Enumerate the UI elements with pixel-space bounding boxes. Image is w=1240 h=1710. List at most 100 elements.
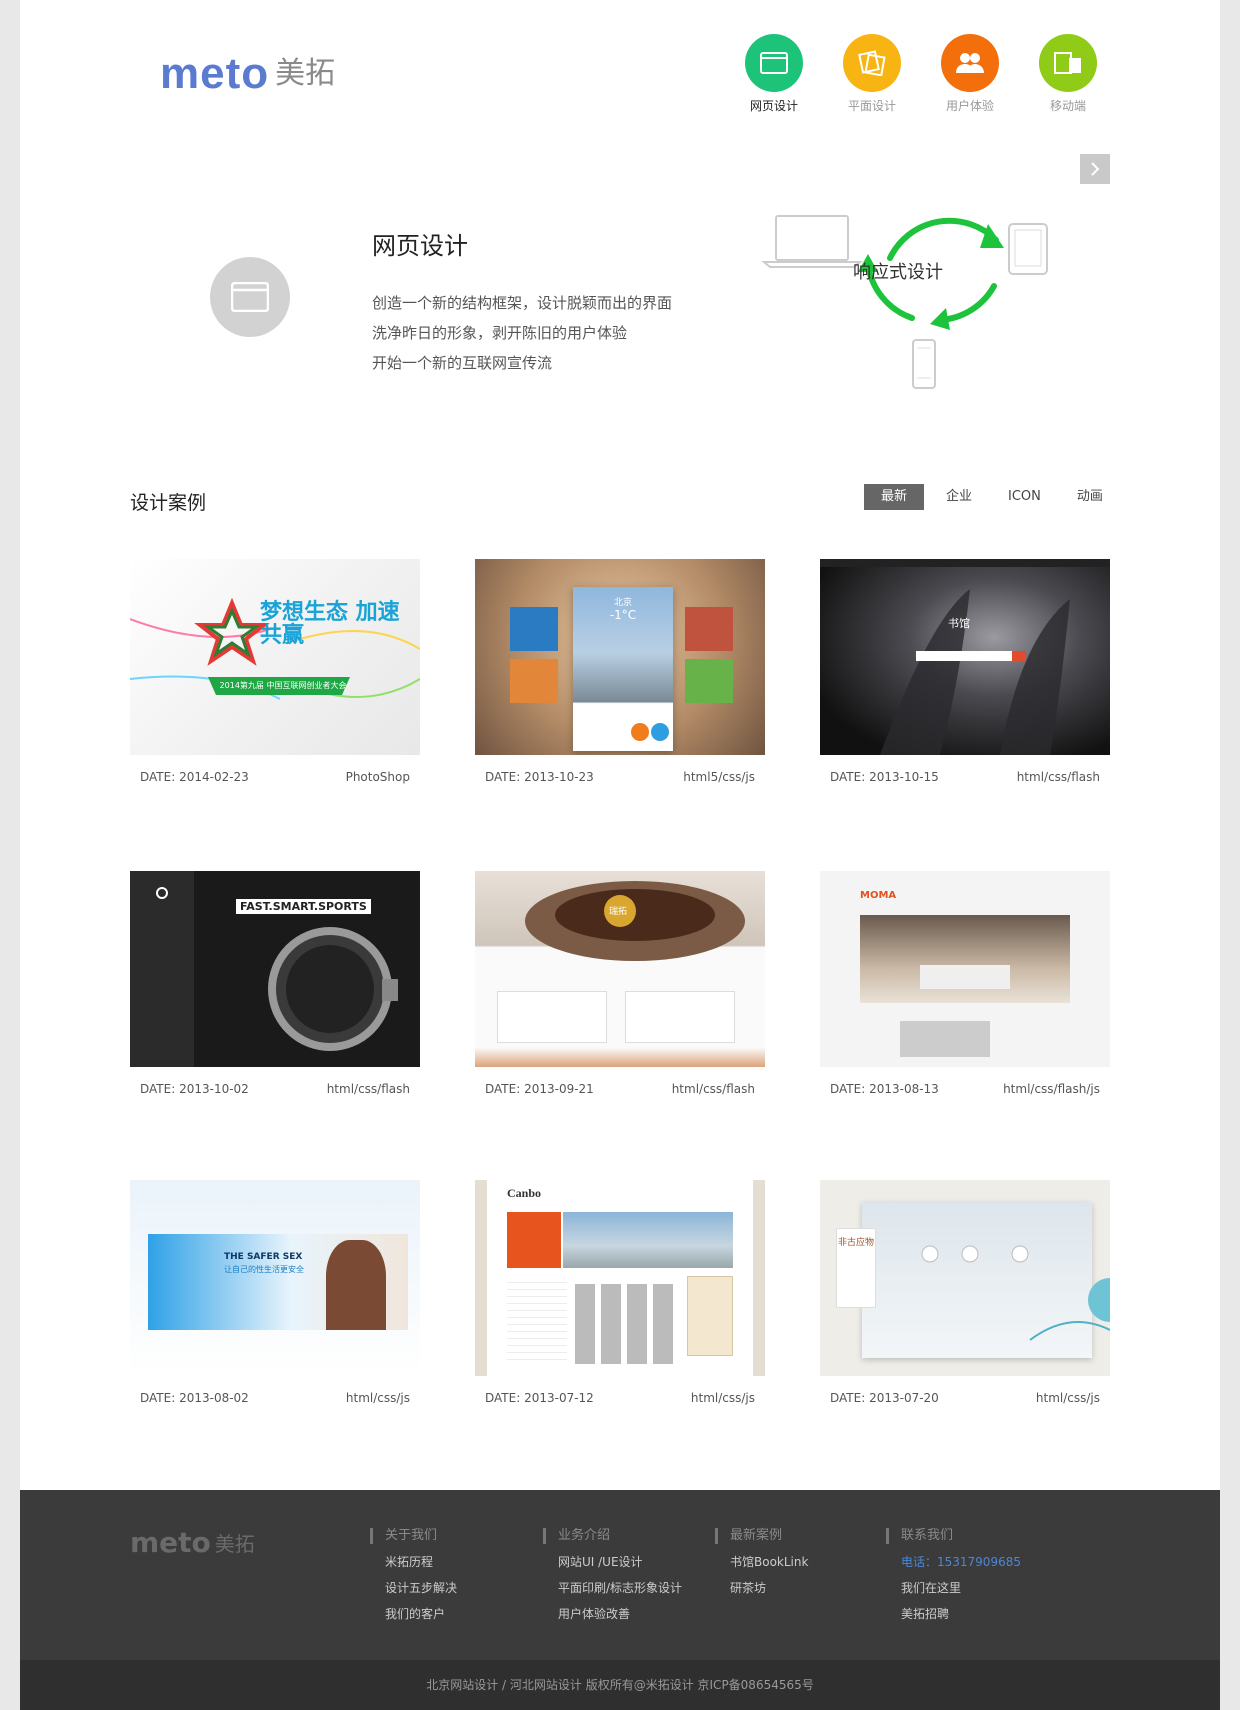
footer-link[interactable]: 美拓招聘 [886,1605,1021,1622]
case-tech: html5/css/js [683,770,755,784]
thumb-subtext: 让自己的性生活更安全 [224,1265,304,1274]
case-card[interactable]: 书馆 DATE: 2013-10-15 html/css/flash [820,559,1110,784]
case-thumbnail[interactable]: 瑞拓 [475,871,765,1067]
footer-column-about: 关于我们 米拓历程 设计五步解决 我们的客户 [370,1528,457,1622]
responsive-devices-illustration [761,215,1048,389]
nav-item-mobile[interactable]: 移动端 [1019,34,1117,114]
filter-enterprise[interactable]: 企业 [932,484,986,510]
laptop-icon [761,215,863,268]
search-icon [1012,651,1026,661]
logo-cn: 美拓 [275,56,336,91]
sofa-shape [920,965,1010,989]
footer-link[interactable]: 我们在这里 [886,1579,1021,1596]
case-card[interactable]: 梦想生态 加速共赢 2014第九届 中国互联网创业者大会 DATE: 2014-… [130,559,420,784]
case-thumbnail[interactable]: 北京 -1°C [475,559,765,755]
logo[interactable]: meto 美拓 [160,52,335,96]
footer-column-title: 最新案例 [715,1528,808,1544]
chevron-right-icon [1091,162,1100,176]
case-tech: html/css/js [690,1391,755,1405]
nav-label: 移动端 [1049,99,1086,113]
text-list [507,1276,567,1366]
papers-icon [843,34,901,92]
footer-link[interactable]: 书馆BookLink [715,1553,808,1570]
case-date: DATE: 2013-09-21 [485,1082,594,1096]
copyright: 北京网站设计 / 河北网站设计 版权所有@米拓设计 京ICP备08654565号 [20,1660,1220,1710]
hero-description: 创造一个新的结构框架，设计脱颖而出的界面 洗净昨日的形象，剥开陈旧的用户体验 开… [372,288,672,378]
next-slide-button[interactable] [1080,154,1110,184]
case-date: DATE: 2013-10-02 [140,1082,249,1096]
case-thumbnail[interactable]: 书馆 [820,559,1110,755]
case-card[interactable]: 非古应物 DATE: 2013-07-20 html/css/js [820,1180,1110,1405]
hero-line: 创造一个新的结构框架，设计脱颖而出的界面 [372,294,673,312]
case-thumbnail[interactable]: 非古应物 [820,1180,1110,1376]
thumb-headline: THE SAFER SEX [224,1252,303,1262]
case-date: DATE: 2013-10-15 [830,770,939,784]
couple-photo [326,1240,386,1330]
filter-icon[interactable]: ICON [994,484,1055,510]
footer-logo-latin: meto [130,1525,211,1559]
footer-link[interactable]: 网站UI /UE设计 [543,1553,682,1570]
sun-icon [631,723,649,741]
case-thumbnail[interactable]: MOMA [820,871,1110,1067]
case-card[interactable]: FAST.SMART.SPORTS DATE: 2013-10-02 html/… [130,871,420,1096]
footer-link[interactable]: 米拓历程 [370,1553,457,1570]
case-tech: html/css/flash [1016,770,1100,784]
thumb-brand: MOMA [860,890,897,901]
case-date: DATE: 2013-07-20 [830,1391,939,1405]
phone-link[interactable]: 电话：15317909685 [886,1553,1021,1570]
case-tech: html/css/flash/js [1003,1082,1100,1096]
case-card[interactable]: 北京 -1°C DATE: 2013-10-23 html5/css/js [475,559,765,784]
case-tech: html/css/js [1035,1391,1100,1405]
case-tech: html/css/js [345,1391,410,1405]
case-meta: DATE: 2013-10-15 html/css/flash [820,770,1110,784]
logo-latin: meto [160,49,270,98]
thumb-searchbar [916,651,1012,661]
case-date: DATE: 2013-08-13 [830,1082,939,1096]
promo-block [507,1212,561,1268]
case-thumbnail[interactable]: THE SAFER SEX 让自己的性生活更安全 [130,1180,420,1376]
filter-animation[interactable]: 动画 [1063,484,1117,510]
footer-column-title: 关于我们 [370,1528,457,1544]
case-date: DATE: 2013-07-12 [485,1391,594,1405]
footer: meto 美拓 关于我们 米拓历程 设计五步解决 我们的客户 业务介绍 网站UI… [20,1490,1220,1660]
case-card[interactable]: Canbo DATE: 2013-07-12 html/css/js [475,1180,765,1405]
watch-graphic [268,927,398,1051]
case-thumbnail[interactable]: Canbo [475,1180,765,1376]
tile-red [685,607,733,651]
footer-link[interactable]: 平面印刷/标志形象设计 [543,1579,682,1596]
nav-label: 用户体验 [945,99,994,113]
footer-link[interactable]: 研茶坊 [715,1579,808,1596]
case-thumbnail[interactable]: 梦想生态 加速共赢 2014第九届 中国互联网创业者大会 [130,559,420,755]
case-card[interactable]: MOMA DATE: 2013-08-13 html/css/flash/js [820,871,1110,1096]
case-filters: 最新 企业 ICON 动画 [864,484,1125,510]
nav-item-web-design[interactable]: 网页设计 [725,34,823,114]
nav-item-ux[interactable]: 用户体验 [921,34,1019,114]
filter-latest[interactable]: 最新 [864,484,924,510]
case-card[interactable]: 瑞拓 DATE: 2013-09-21 html/css/flash [475,871,765,1096]
city-photo [563,1212,733,1268]
footer-link[interactable]: 我们的客户 [370,1605,457,1622]
case-date: DATE: 2013-10-23 [485,770,594,784]
case-meta: DATE: 2013-07-20 html/css/js [820,1391,1110,1405]
footer-link[interactable]: 用户体验改善 [543,1605,682,1622]
devices-icon [1039,34,1097,92]
case-tech: html/css/flash [671,1082,755,1096]
case-tech: html/css/flash [326,1082,410,1096]
product-card [497,991,607,1043]
tablet-icon [1008,223,1048,275]
footer-column-title: 联系我们 [886,1528,1021,1544]
footer-logo[interactable]: meto 美拓 [130,1528,255,1557]
case-thumbnail[interactable]: FAST.SMART.SPORTS [130,871,420,1067]
case-date: DATE: 2014-02-23 [140,770,249,784]
yarn-graphic [921,1245,1110,1341]
nav-label: 平面设计 [847,99,896,113]
case-meta: DATE: 2013-10-23 html5/css/js [475,770,765,784]
cloud-icon [651,723,669,741]
footer-link[interactable]: 设计五步解决 [370,1579,457,1596]
footer-column-contact: 联系我们 电话：15317909685 我们在这里 美拓招聘 [886,1528,1021,1622]
nav-label: 网页设计 [749,99,798,113]
weather-card: 北京 -1°C [573,587,673,751]
case-card[interactable]: THE SAFER SEX 让自己的性生活更安全 DATE: 2013-08-0… [130,1180,420,1405]
nav-item-graphic-design[interactable]: 平面设计 [823,34,921,114]
phone-icon [912,339,936,389]
